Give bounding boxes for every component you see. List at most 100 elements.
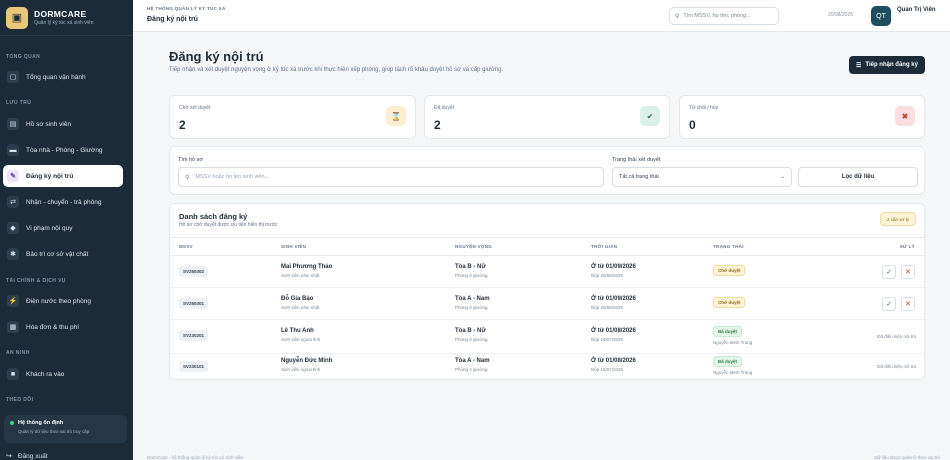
processed-note: Đã điều kiện nội trú: [877, 334, 916, 339]
student-id: SV230101: [179, 361, 209, 372]
submitted-date: Nộp 20/08/2026: [591, 305, 624, 310]
stat-label: Đã duyệt: [434, 105, 455, 111]
form-icon: ✎: [7, 170, 19, 182]
receive-registration-button[interactable]: ☰ Tiếp nhận đăng ký: [849, 56, 925, 74]
sidebar-item-rooms[interactable]: ▬ Tòa nhà - Phòng - Giường: [3, 139, 123, 161]
system-status: Hệ thống ổn định Quản lý dữ liệu theo va…: [4, 415, 127, 443]
status-badge: Chờ duyệt: [713, 265, 746, 276]
section-label: LƯU TRÚ: [6, 100, 32, 106]
list-subtitle: Hồ sơ chờ duyệt được ưu tiên hiển thị tr…: [179, 222, 278, 228]
page-title: Đăng ký nội trú: [169, 49, 264, 64]
sidebar-item-label: Vi phạm nội quy: [26, 224, 73, 232]
search-icon: ⚲: [185, 174, 190, 181]
column-header: TRẠNG THÁI: [713, 244, 744, 249]
handler-name: Nguyễn Minh Trang: [713, 340, 753, 345]
wish-room: Phòng 4 giường: [455, 273, 488, 278]
stat-value: 2: [434, 118, 441, 132]
table-row[interactable]: SV250302 Mai Phương Thảo Sinh viên năm n…: [170, 256, 924, 288]
close-icon: ✕: [905, 269, 911, 276]
system-name: HỆ THỐNG QUẢN LÝ KÝ TÚC XÁ: [147, 6, 226, 11]
stat-label: Từ chối / hủy: [689, 105, 719, 111]
student-id: SV250301: [179, 298, 209, 309]
sidebar-item-label: Điện nước theo phòng: [26, 297, 91, 305]
stat-value: 0: [689, 118, 696, 132]
global-search-input[interactable]: ⚲ Tìm MSSV, họ tên, phòng...: [669, 7, 779, 25]
column-header: NGUYỆN VỌNG: [455, 244, 493, 249]
status-select[interactable]: Tất cả trạng thái ⌄: [612, 167, 792, 187]
sidebar-item-maintenance[interactable]: ✱ Bảo trì cơ sở vật chất: [3, 243, 123, 265]
status-badge: Đã duyệt: [713, 356, 743, 367]
student-id: SV250302: [179, 266, 209, 277]
status-title: Hệ thống ổn định: [18, 420, 64, 426]
list-title: Danh sách đăng ký: [179, 212, 248, 221]
table-row[interactable]: SV230101 Nguyễn Đức Minh Sinh viên ngoại…: [170, 354, 924, 380]
sidebar-item-label: Hóa đơn & thu phí: [26, 323, 80, 331]
student-name: Lê Thu Anh: [281, 328, 314, 334]
table-row[interactable]: SV250301 Đỗ Gia Bảo Sinh viên năm nhất T…: [170, 288, 924, 320]
approve-button[interactable]: ✓: [882, 265, 896, 279]
wish-room: Phòng 4 giường: [455, 337, 488, 342]
stay-from: Ở từ 01/09/2026: [591, 264, 636, 270]
sidebar-item-violations[interactable]: ◆ Vi phạm nội quy: [3, 217, 123, 239]
reject-button[interactable]: ✕: [901, 265, 915, 279]
wish-building: Tòa B - Nữ: [455, 264, 486, 270]
brand[interactable]: ▣ DORMCARE Quản lý ký túc xá sinh viên: [0, 0, 133, 36]
pending-count-badge: 2 cần xử lý: [879, 212, 916, 226]
stay-from: Ở từ 01/09/2026: [591, 296, 636, 302]
status-subtitle: Quản lý dữ liệu theo vai trò truy cập: [18, 429, 90, 434]
status-badge: Đã duyệt: [713, 326, 743, 337]
reject-button[interactable]: ✕: [901, 297, 915, 311]
sidebar-item-dashboard[interactable]: ▢ Tổng quan vận hành: [3, 66, 123, 88]
brand-name: DORMCARE: [34, 9, 87, 19]
logout-label: Đăng xuất: [17, 452, 48, 460]
sidebar-item-invoices[interactable]: ▦ Hóa đơn & thu phí: [3, 316, 123, 338]
check-icon: ✓: [886, 301, 892, 308]
record-search-input[interactable]: ⚲ MSSV hoặc họ tên sinh viên...: [178, 167, 604, 187]
student-type: Sinh viên ngoại tỉnh: [281, 337, 321, 342]
column-header: THỜI GIAN: [591, 244, 618, 249]
filter-button[interactable]: Lọc dữ liệu: [798, 167, 918, 187]
student-id: SV230201: [179, 330, 209, 341]
student-type: Sinh viên năm nhất: [281, 305, 320, 310]
chevron-down-icon: ⌄: [780, 174, 785, 180]
close-icon: ✕: [905, 301, 911, 308]
sidebar-item-visitors[interactable]: ■ Khách ra vào: [3, 363, 123, 385]
sidebar-item-utilities[interactable]: ⚡ Điện nước theo phòng: [3, 290, 123, 312]
approve-button[interactable]: ✓: [882, 297, 896, 311]
handler-name: Nguyễn Minh Trang: [713, 370, 753, 375]
plus-icon: ☰: [856, 62, 862, 69]
sidebar-item-label: Bảo trì cơ sở vật chất: [26, 250, 89, 258]
sidebar-item-students[interactable]: ▤ Hồ sơ sinh viên: [3, 113, 123, 135]
wish-building: Tòa A - Nam: [455, 296, 490, 302]
footer-left: DormCare - hệ thống quản lý ký túc xá si…: [147, 455, 244, 460]
stat-card-approved: Đã duyệt 2 ✔: [424, 95, 670, 139]
hourglass-icon: ⌛: [386, 106, 406, 126]
stat-card-rejected: Từ chối / hủy 0 ✖: [679, 95, 925, 139]
avatar[interactable]: QT: [871, 6, 891, 26]
logout-icon: ↪: [6, 453, 12, 460]
sidebar-item-label: Nhận - chuyển - trả phòng: [26, 198, 102, 206]
wish-building: Tòa B - Nữ: [455, 328, 486, 334]
search-label: Tìm hồ sơ: [178, 157, 203, 163]
student-name: Đỗ Gia Bảo: [281, 296, 314, 302]
student-name: Mai Phương Thảo: [281, 264, 333, 270]
processed-note: Đã điều kiện nội trú: [877, 364, 916, 369]
tools-icon: ✱: [7, 248, 19, 260]
button-label: Tiếp nhận đăng ký: [865, 62, 918, 68]
page-subtitle: Tiếp nhận và xét duyệt nguyện vọng ở ký …: [169, 67, 504, 73]
status-select-value: Tất cả trạng thái: [619, 174, 659, 180]
student-type: Sinh viên ngoại tỉnh: [281, 367, 321, 372]
search-placeholder: MSSV hoặc họ tên sinh viên...: [195, 174, 270, 180]
stay-from: Ở từ 01/08/2026: [591, 358, 636, 364]
user-name[interactable]: Quản Trị Viên: [897, 7, 936, 13]
stat-label: Chờ xét duyệt: [179, 105, 211, 111]
breadcrumb: Đăng ký nội trú: [147, 16, 198, 23]
sidebar-item-checkin[interactable]: ⇄ Nhận - chuyển - trả phòng: [3, 191, 123, 213]
building-icon: ▣: [6, 6, 28, 29]
table-row[interactable]: SV230201 Lê Thu Anh Sinh viên ngoại tỉnh…: [170, 320, 924, 354]
brand-subtitle: Quản lý ký túc xá sinh viên: [34, 20, 94, 26]
table-header: MSSV SINH VIÊN NGUYỆN VỌNG THỜI GIAN TRẠ…: [170, 237, 924, 256]
logout-button[interactable]: ↪ Đăng xuất: [6, 452, 48, 460]
x-circle-icon: ✖: [895, 106, 915, 126]
sidebar-item-registration[interactable]: ✎ Đăng ký nội trú: [3, 165, 123, 187]
